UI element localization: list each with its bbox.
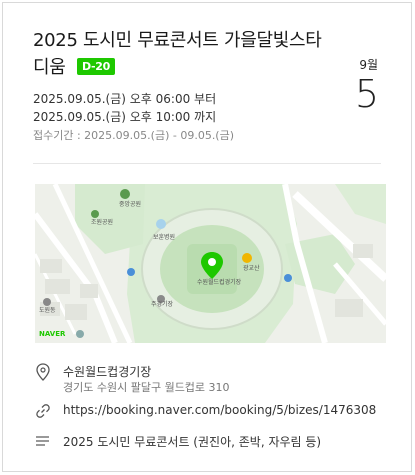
description-row: 2025 도시민 무료콘서트 (권진아, 존박, 자우림 등) [35,433,391,453]
location-row: 수원월드컵경기장 경기도 수원시 팔달구 월드컵로 310 [35,363,391,399]
event-title: 2025 도시민 무료콘서트 가을달빛스타디움 D-20 [33,27,323,81]
map-label-park: 중앙공원 [119,200,141,208]
link-icon [35,403,53,421]
naver-map-logo: NAVER [39,330,66,338]
map-label-c: 주경기장 [151,300,174,308]
map-label-b: 보훈병원 [153,233,175,241]
event-description: 2025 도시민 무료콘서트 (권진아, 존박, 자우림 등) [63,435,322,449]
map-label-stadium: 수원월드컵경기장 [197,278,242,286]
menu-lines-icon [35,433,53,451]
location-address: 경기도 수원시 팔달구 월드컵로 310 [63,381,230,394]
booking-link[interactable]: https://booking.naver.com/booking/5/bize… [63,403,376,417]
registration-period: 접수기간 : 2025.09.05.(금) - 09.05.(금) [33,129,235,142]
event-month: 9월 [359,58,378,72]
map-canvas: 중앙공원 조원공원 보훈병원 수원월드컵경기장 주경기장 도원동 광교산 NAV… [35,184,386,343]
location-name: 수원월드컵경기장 [63,365,152,379]
map-label-d: 도원동 [39,306,56,314]
dday-badge: D-20 [76,58,115,75]
event-card: 2025 도시민 무료콘서트 가을달빛스타디움 D-20 9월 5 2025.0… [2,2,412,472]
event-start-time: 2025.09.05.(금) 오후 06:00 부터 [33,92,217,106]
event-end-time: 2025.09.05.(금) 오후 10:00 까지 [33,110,217,124]
map-label-a: 조원공원 [91,218,113,226]
location-map[interactable]: 중앙공원 조원공원 보훈병원 수원월드컵경기장 주경기장 도원동 광교산 NAV… [35,184,386,343]
event-day: 5 [354,72,379,116]
map-label-e: 광교산 [243,264,260,272]
location-pin-icon [35,363,53,381]
link-row: https://booking.naver.com/booking/5/bize… [35,403,391,423]
divider [33,163,381,164]
